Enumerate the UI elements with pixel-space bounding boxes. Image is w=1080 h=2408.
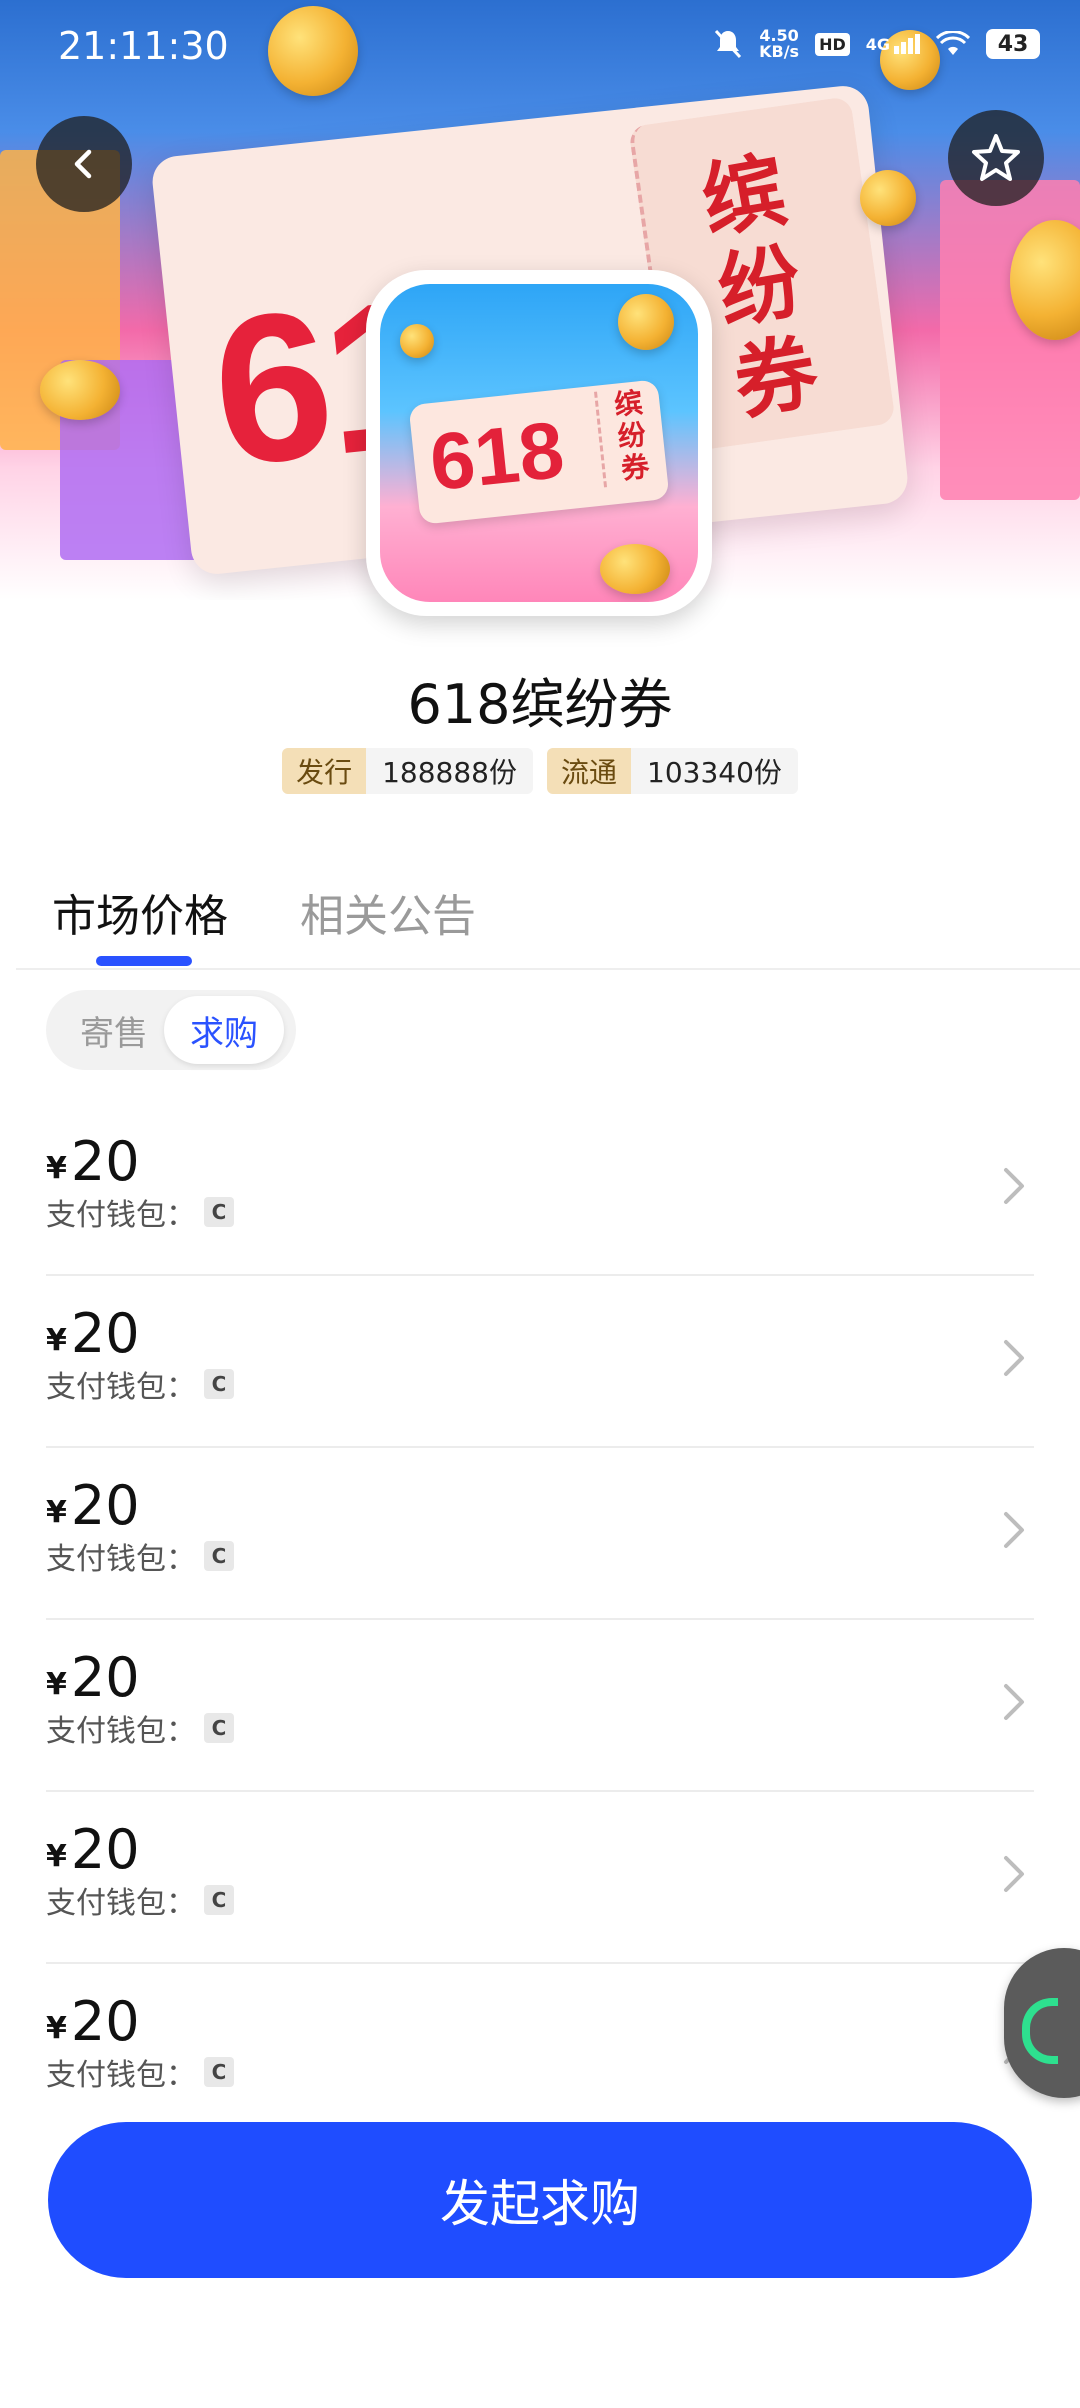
network-speed: 4.50 KB/s [759, 28, 799, 60]
currency-symbol: ¥ [46, 1151, 67, 1186]
wallet-chip: C [204, 2057, 234, 2087]
price: ¥ 20 [46, 1304, 140, 1364]
network-speed-unit: KB/s [759, 42, 800, 61]
active-tab-indicator [96, 956, 192, 966]
tab-divider [16, 968, 1080, 970]
wallet-label: 支付钱包： [46, 2058, 196, 2093]
price-amount: 20 [70, 1990, 140, 2053]
wallet-chip: C [204, 1197, 234, 1227]
currency-symbol: ¥ [46, 1667, 67, 1702]
chevron-right-icon [1004, 1168, 1024, 1204]
listing-list: ¥ 20 支付钱包： C ¥ 20 支付钱包： C ¥ 20 支付钱包： C ¥… [46, 1104, 1034, 2134]
badge-value: 188888份 [366, 748, 533, 794]
currency-symbol: ¥ [46, 1495, 67, 1530]
signal-icon: 4G [866, 34, 920, 54]
wallet-chip: C [204, 1541, 234, 1571]
chevron-left-icon [74, 149, 92, 179]
product-image: 618 缤纷券 [366, 270, 712, 616]
coin-decor [400, 324, 434, 358]
wallet-chip: C [204, 1885, 234, 1915]
segment-buy-request[interactable]: 求购 [164, 996, 284, 1064]
chevron-right-icon [1004, 1340, 1024, 1376]
wallet-info: 支付钱包： C [46, 2050, 234, 2094]
price: ¥ 20 [46, 1820, 140, 1880]
price-amount: 20 [70, 1474, 140, 1537]
price: ¥ 20 [46, 1648, 140, 1708]
chevron-right-icon [1004, 1512, 1024, 1548]
badge-key: 流通 [547, 748, 632, 794]
tab-bar: 市场价格 相关公告 [52, 880, 476, 944]
initiate-buy-request-button[interactable]: 发起求购 [48, 2122, 1032, 2278]
list-item[interactable]: ¥ 20 支付钱包： C [46, 1104, 1034, 1276]
currency-symbol: ¥ [46, 1323, 67, 1358]
wallet-chip: C [204, 1713, 234, 1743]
price: ¥ 20 [46, 1476, 140, 1536]
back-button[interactable] [36, 116, 132, 212]
list-item[interactable]: ¥ 20 支付钱包： C [46, 1448, 1034, 1620]
segment-consign[interactable]: 寄售 [64, 990, 164, 1070]
status-time: 21:11:30 [58, 24, 229, 68]
wallet-info: 支付钱包： C [46, 1190, 234, 1234]
tab-announcements[interactable]: 相关公告 [300, 880, 476, 944]
price-amount: 20 [70, 1818, 140, 1881]
price-amount: 20 [70, 1130, 140, 1193]
wallet-info: 支付钱包： C [46, 1362, 234, 1406]
wallet-label: 支付钱包： [46, 1198, 196, 1233]
list-item[interactable]: ¥ 20 支付钱包： C [46, 1964, 1034, 2134]
circulation-badge: 流通 103340份 [547, 748, 798, 794]
coin-decor [618, 294, 674, 350]
status-icons: 4.50 KB/s HD 4G 43 [713, 28, 1040, 60]
chevron-right-icon [1004, 1684, 1024, 1720]
battery-icon: 43 [986, 29, 1040, 59]
order-type-switch: 寄售 求购 [46, 990, 296, 1070]
product-ticket-text: 缤纷券 [594, 385, 661, 488]
price: ¥ 20 [46, 1132, 140, 1192]
assistant-icon [1022, 1998, 1058, 2064]
coin-decor [600, 544, 670, 594]
wallet-info: 支付钱包： C [46, 1706, 234, 1750]
wallet-label: 支付钱包： [46, 1542, 196, 1577]
hd-icon: HD [815, 32, 850, 56]
star-icon [972, 134, 1020, 181]
tab-market-price[interactable]: 市场价格 [52, 880, 228, 944]
wallet-chip: C [204, 1369, 234, 1399]
list-item[interactable]: ¥ 20 支付钱包： C [46, 1620, 1034, 1792]
wallet-label: 支付钱包： [46, 1714, 196, 1749]
price-amount: 20 [70, 1302, 140, 1365]
coin-decor [40, 360, 120, 420]
list-item[interactable]: ¥ 20 支付钱包： C [46, 1276, 1034, 1448]
currency-symbol: ¥ [46, 1839, 67, 1874]
wallet-info: 支付钱包： C [46, 1534, 234, 1578]
price-amount: 20 [70, 1646, 140, 1709]
product-badges: 发行 188888份 流通 103340份 [0, 748, 1080, 794]
issue-badge: 发行 188888份 [282, 748, 533, 794]
wallet-label: 支付钱包： [46, 1370, 196, 1405]
favorite-button[interactable] [948, 110, 1044, 206]
mute-bell-icon [714, 29, 742, 59]
product-image-art: 618 缤纷券 [380, 284, 698, 602]
chevron-right-icon [1004, 1856, 1024, 1892]
badge-key: 发行 [282, 748, 367, 794]
coin-decor [860, 170, 916, 226]
list-item[interactable]: ¥ 20 支付钱包： C [46, 1792, 1034, 1964]
badge-value: 103340份 [631, 748, 798, 794]
wallet-info: 支付钱包： C [46, 1878, 234, 1922]
currency-symbol: ¥ [46, 2011, 67, 2046]
product-title: 618缤纷券 [407, 673, 673, 736]
wifi-icon [936, 31, 970, 55]
price: ¥ 20 [46, 1992, 140, 2052]
product-ticket: 618 缤纷券 [408, 379, 670, 525]
status-bar: 21:11:30 4.50 KB/s HD 4G 43 [0, 0, 1080, 100]
product-ticket-number: 618 [425, 404, 568, 508]
network-type: 4G [865, 35, 890, 54]
wallet-label: 支付钱包： [46, 1886, 196, 1921]
